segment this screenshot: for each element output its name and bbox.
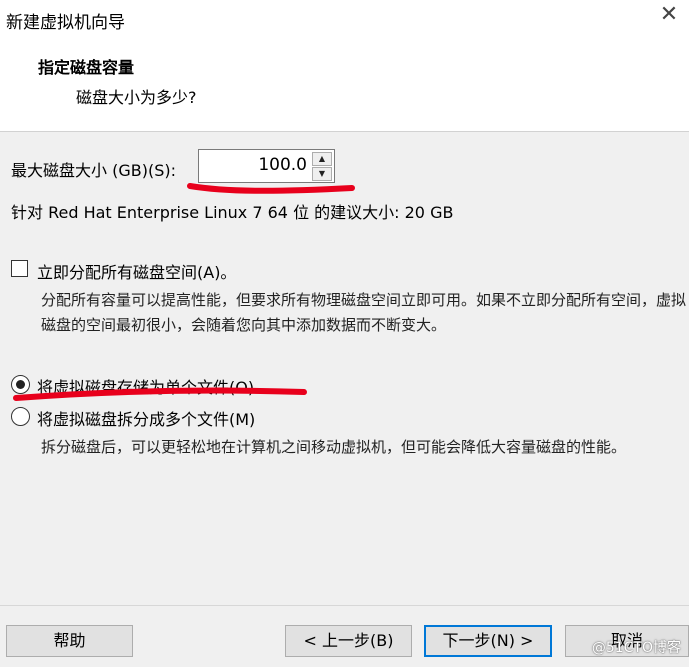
help-button[interactable]: 帮助 — [6, 625, 133, 657]
split-files-radio[interactable] — [11, 407, 30, 426]
allocate-all-checkbox[interactable] — [11, 260, 28, 277]
radio-selected-dot — [16, 380, 25, 389]
disk-size-label: 最大磁盘大小 (GB)(S): — [11, 161, 176, 180]
single-file-label[interactable]: 将虚拟磁盘存储为单个文件(O) — [37, 374, 254, 398]
watermark: @51CTO博客 — [591, 640, 681, 656]
wizard-header: 新建虚拟机向导 ✕ 指定磁盘容量 磁盘大小为多少? — [0, 0, 689, 132]
split-files-label[interactable]: 将虚拟磁盘拆分成多个文件(M) — [37, 406, 255, 430]
next-button[interactable]: 下一步(N) > — [424, 625, 552, 657]
spinner-buttons: ▲ ▼ — [312, 152, 332, 181]
decrement-icon[interactable]: ▼ — [312, 167, 332, 181]
increment-icon[interactable]: ▲ — [312, 152, 332, 166]
disk-size-spinner[interactable]: 100.0 ▲ ▼ — [198, 149, 335, 183]
single-file-radio[interactable] — [11, 375, 30, 394]
allocate-all-label[interactable]: 立即分配所有磁盘空间(A)。 — [37, 259, 236, 283]
footer-divider — [0, 605, 689, 606]
page-title: 指定磁盘容量 — [38, 58, 135, 77]
allocate-description: 分配所有容量可以提高性能，但要求所有物理磁盘空间立即可用。如果不立即分配所有空间… — [41, 291, 687, 334]
back-button[interactable]: < 上一步(B) — [285, 625, 412, 657]
close-icon[interactable]: ✕ — [657, 2, 681, 28]
window-title: 新建虚拟机向导 — [6, 13, 125, 33]
disk-size-input[interactable]: 100.0 — [203, 150, 307, 182]
recommended-size-text: 针对 Red Hat Enterprise Linux 7 64 位 的建议大小… — [11, 203, 454, 222]
split-files-description: 拆分磁盘后，可以更轻松地在计算机之间移动虚拟机，但可能会降低大容量磁盘的性能。 — [41, 438, 627, 456]
page-subtitle: 磁盘大小为多少? — [76, 88, 197, 107]
